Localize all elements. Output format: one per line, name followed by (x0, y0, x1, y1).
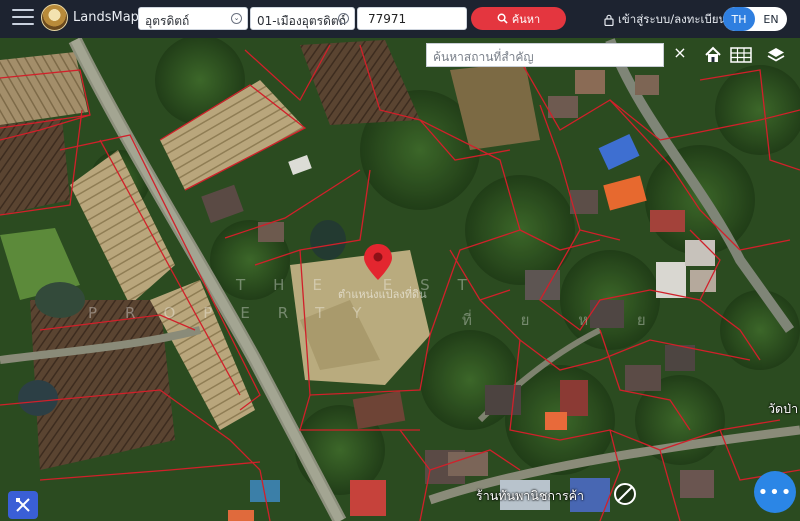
lock-icon (604, 14, 614, 26)
tools-icon (16, 498, 30, 512)
lang-en-button[interactable]: EN (755, 7, 787, 31)
chevron-down-icon: ⌄ (231, 13, 242, 24)
close-icon[interactable]: × (671, 43, 689, 63)
place-search-placeholder: ค้นหาสถานที่สำคัญ (433, 50, 534, 64)
province-select[interactable]: อุตรดิตถ์ ⌄ (138, 7, 248, 30)
place-search-input[interactable]: ค้นหาสถานที่สำคัญ (426, 43, 664, 67)
lang-th-button[interactable]: TH (723, 7, 755, 31)
top-bar: LandsMaps อุตรดิตถ์ ⌄ 01-เมืองอุตรดิตถ์ … (0, 0, 800, 38)
parcel-number-value: 77971 (368, 12, 407, 26)
landsmaps-logo (41, 4, 68, 31)
grid-icon (730, 47, 752, 63)
layers-button[interactable] (763, 43, 789, 67)
language-toggle: TH EN (723, 7, 787, 31)
district-select[interactable]: 01-เมืองอุตรดิตถ์ ⌄ (250, 7, 355, 30)
poi-icon[interactable] (613, 482, 637, 506)
place-label-shop: ร้านทันพานิชการค้า (476, 488, 585, 503)
parcel-number-input[interactable]: 77971 (357, 7, 467, 30)
app-title: LandsMaps (73, 10, 146, 25)
search-icon (497, 13, 508, 24)
marker-label: ตำแหน่งแปลงที่ดิน (338, 288, 427, 301)
tools-button[interactable] (8, 491, 38, 519)
watermark-line-2: PROPERTY (88, 304, 390, 322)
login-link[interactable]: เข้าสู่ระบบ/ลงทะเบียน (604, 11, 726, 29)
search-button[interactable]: ค้นหา (471, 7, 566, 30)
chevron-down-icon: ⌄ (338, 13, 349, 24)
district-value: 01-เมืองอุตรดิตถ์ (257, 14, 346, 28)
more-icon: ••• (757, 481, 793, 503)
satellite-map[interactable]: THE EST PROPERTY ที่ ย ห ย ตำแหน่งแปลงที… (0, 38, 800, 521)
grid-button[interactable] (728, 43, 754, 67)
watermark-thai: ที่ ย ห ย (462, 311, 668, 329)
menu-icon[interactable] (12, 9, 34, 27)
home-icon (705, 46, 721, 62)
province-value: อุตรดิตถ์ (145, 14, 190, 28)
place-label-temple: วัดป่า (768, 401, 799, 416)
login-label: เข้าสู่ระบบ/ลงทะเบียน (618, 12, 727, 26)
layers-icon (767, 48, 785, 62)
more-button[interactable]: ••• (754, 471, 796, 513)
home-button[interactable] (700, 43, 726, 67)
search-button-label: ค้นหา (511, 12, 541, 26)
